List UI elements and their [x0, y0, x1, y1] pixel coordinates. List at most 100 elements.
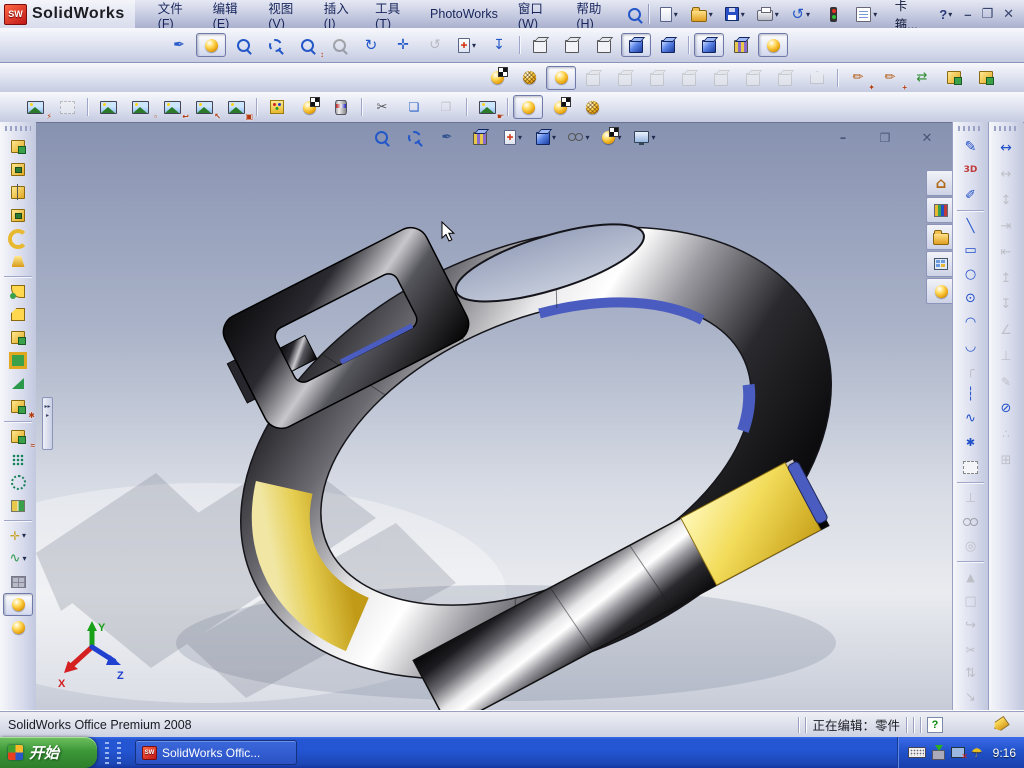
swept-boss-icon[interactable] [3, 227, 33, 250]
hud-section-view-icon[interactable]: ▾ [499, 126, 527, 148]
hud-zoom-area-icon[interactable] [400, 126, 428, 148]
centerline-icon[interactable]: ┆ [956, 383, 986, 407]
shaded-icon[interactable] [653, 33, 683, 57]
input-method-keyboard-icon[interactable] [907, 747, 926, 758]
offset-entities-icon[interactable]: ↪ [956, 613, 986, 637]
hud-appearance-icon[interactable]: ▾ [598, 126, 626, 148]
chamfer-icon[interactable] [3, 303, 33, 326]
photoworks-option-7-icon[interactable] [770, 66, 800, 90]
zoom-in-out-icon[interactable]: ↕ [292, 33, 324, 59]
hud-texture-icon[interactable] [466, 126, 494, 148]
network-disconnected-icon[interactable] [950, 747, 968, 761]
taskbar-clock[interactable]: 9:16 [993, 746, 1016, 760]
start-button[interactable]: 开始 [0, 737, 97, 768]
quick-snaps-icon[interactable]: ◎ [956, 534, 986, 558]
options-icon[interactable]: ▾ [852, 2, 882, 26]
safely-remove-hardware-icon[interactable] [931, 744, 945, 760]
sketch-picture-icon[interactable]: ✎ [991, 369, 1021, 395]
photoworks-option-2-icon[interactable] [610, 66, 640, 90]
save-icon[interactable]: ▾ [720, 2, 750, 26]
new-decal-icon[interactable]: ✏ ✦ [843, 66, 875, 91]
doc-minimize-icon[interactable]: – [829, 127, 857, 149]
undo-icon[interactable]: ↺ ▾ [786, 2, 816, 26]
doc-restore-icon[interactable]: ❐ [871, 127, 899, 149]
draft-icon[interactable] [3, 372, 33, 395]
zoom-to-selection-icon[interactable] [324, 33, 354, 57]
lofted-boss-icon[interactable] [3, 250, 33, 273]
new-document-icon[interactable]: ▾ [654, 2, 684, 26]
normal-to-icon[interactable]: ↧ [484, 33, 514, 57]
zoom-to-fit-icon[interactable] [228, 33, 258, 57]
select-box-icon[interactable] [956, 455, 986, 479]
rebuild-traffic-light-icon[interactable] [819, 2, 849, 26]
photoworks-option-4-icon[interactable] [674, 66, 704, 90]
revolved-cut-icon[interactable] [3, 204, 33, 227]
render-frame-icon[interactable] [52, 95, 82, 119]
appearance-hierarchy-icon[interactable]: ⇄ [907, 66, 937, 90]
tangent-arc-icon[interactable]: ◠ [956, 310, 986, 334]
render-image-icon[interactable]: ⚡ [20, 95, 52, 121]
photoworks-option-3-icon[interactable] [642, 66, 672, 90]
revolved-boss-icon[interactable] [3, 181, 33, 204]
hud-display-style-icon[interactable]: ▾ [565, 126, 593, 148]
help-button[interactable]: ? ▾ [935, 7, 956, 22]
antivirus-umbrella-icon[interactable]: ☂ [971, 746, 983, 759]
taskbar-task-button[interactable]: SW SolidWorks Offic... [135, 740, 297, 765]
shadows-in-shaded-mode-icon[interactable] [694, 33, 724, 57]
feature-manager-splitter-tab[interactable]: ▸▸▸ [42, 397, 53, 450]
spline-icon[interactable]: ∿ [956, 407, 986, 431]
circle-icon[interactable]: ○ [956, 262, 986, 286]
vertical-dimension-icon[interactable]: ↕ [991, 187, 1021, 213]
realview-ball-icon[interactable] [196, 33, 226, 57]
smart-dimension-sketch-icon[interactable]: ✐ [956, 183, 986, 207]
paste-appearance-icon[interactable] [971, 66, 1001, 90]
ordinate-dimension-icon[interactable]: ⇤ [991, 239, 1021, 265]
curves-icon[interactable]: ∿ ▾ [3, 547, 33, 570]
extend-entities-icon[interactable]: ⇅ [956, 662, 986, 686]
mirror-entities-icon[interactable]: ▲ [956, 565, 986, 589]
quick-launch-handle[interactable] [105, 741, 109, 764]
linear-pattern-icon[interactable] [3, 448, 33, 471]
paste-colors-icon[interactable]: ❐ [431, 95, 461, 119]
extruded-cut-icon[interactable] [3, 158, 33, 181]
render-settings-icon[interactable] [294, 95, 324, 119]
photoworks-option-5-icon[interactable] [706, 66, 736, 90]
pick-image-icon[interactable]: ↖ [189, 95, 221, 121]
hud-scene-icon[interactable]: ▾ [631, 126, 659, 148]
photoworks-option-6-icon[interactable] [738, 66, 768, 90]
photoworks-render-icon[interactable] [545, 95, 575, 119]
appearance-can-icon[interactable] [326, 95, 356, 119]
trim-entities-icon[interactable]: ✂ [956, 638, 986, 662]
wireframe-icon[interactable] [525, 33, 555, 57]
previous-image-icon[interactable]: ↩ [157, 95, 189, 121]
sketch-fillet-icon[interactable]: ╭ [956, 359, 986, 383]
print-icon[interactable]: ▾ [753, 2, 783, 26]
horizontal-ordinate-icon[interactable]: ↥ [991, 265, 1021, 291]
ellipse-icon[interactable]: ⊘ [991, 395, 1021, 421]
chamfer-dimension-icon[interactable]: ∠ [991, 317, 1021, 343]
open-image-icon[interactable] [93, 95, 123, 119]
circular-pattern-icon[interactable] [3, 471, 33, 494]
pan-icon[interactable]: ✛ [388, 33, 418, 57]
photoworks-ball-icon[interactable] [513, 95, 543, 119]
apply-texture-icon[interactable] [726, 33, 756, 57]
select-image-area-icon[interactable]: ▫ [125, 95, 157, 121]
sketch-icon[interactable]: ✎ [956, 135, 986, 159]
baseline-dimension-icon[interactable]: ⇥ [991, 213, 1021, 239]
restore-button[interactable]: ❐ [981, 6, 993, 22]
tag-icon[interactable] [991, 716, 1010, 734]
wrap-icon[interactable]: ≈ [3, 425, 35, 450]
cut-appearance-icon[interactable]: ✂ [367, 95, 397, 119]
search-icon[interactable] [625, 4, 643, 24]
shell-icon[interactable] [3, 349, 33, 372]
horizontal-dimension-icon[interactable]: ↔ [991, 161, 1021, 187]
graphics-viewport[interactable]: ✒▾▾▾▾▾ –❐✕ ▸▸▸ Y X Z [36, 122, 952, 711]
render-preview-icon[interactable] [546, 65, 576, 90]
instant3d-icon[interactable] [3, 570, 33, 593]
doc-close-icon[interactable]: ✕ [913, 127, 941, 149]
image-editor-icon[interactable]: ☛ [472, 95, 504, 121]
add-relation-icon[interactable]: ⊥ [956, 486, 986, 510]
appearance-ball-icon[interactable] [3, 593, 33, 616]
mirror-icon[interactable] [3, 494, 33, 517]
line-icon[interactable]: ╲ [956, 214, 986, 238]
